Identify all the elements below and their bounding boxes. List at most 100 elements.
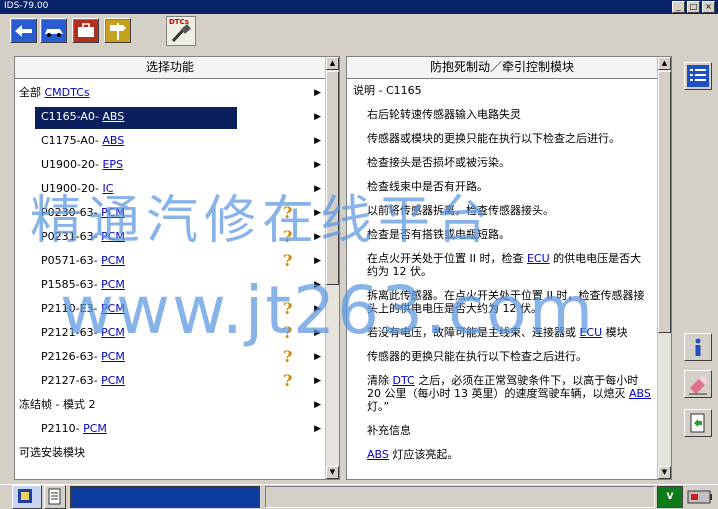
function-list-item[interactable]: 可选安装模块 [15, 442, 325, 464]
function-item-label: 全部 CMDTCs [19, 82, 90, 104]
description-text: 传感器的更换只能在执行以下检查之后进行。 [367, 350, 587, 363]
scroll-thumb[interactable] [326, 71, 339, 285]
expand-arrow-icon[interactable]: ▶ [314, 322, 321, 344]
help-icon[interactable]: ? [283, 300, 292, 318]
expand-arrow-icon[interactable]: ▶ [314, 130, 321, 152]
function-list-item[interactable]: P2110-E3- PCM? ▶ [15, 298, 325, 320]
detail-scroll-up-arrow[interactable]: ▲ [658, 57, 671, 70]
close-button[interactable]: × [702, 1, 715, 13]
function-list-item[interactable]: P0571-63- PCM? ▶ [15, 250, 325, 272]
module-link[interactable]: PCM [101, 326, 125, 339]
glossary-link[interactable]: ECU [527, 252, 550, 265]
glossary-link[interactable]: ABS [629, 387, 651, 400]
dtc-detail-header: 防抱死制动／牵引控制模块 [347, 57, 657, 79]
scroll-up-arrow[interactable]: ▲ [326, 57, 339, 70]
description-paragraph: 传感器或模块的更换只能在执行以下检查之后进行。 [353, 132, 651, 145]
module-link[interactable]: PCM [83, 422, 107, 435]
function-list-item[interactable]: P0230-63- PCM? ▶ [15, 202, 325, 224]
detail-scroll-thumb[interactable] [658, 71, 671, 333]
help-icon[interactable]: ? [283, 324, 292, 342]
expand-arrow-icon[interactable]: ▶ [314, 154, 321, 176]
expand-arrow-icon[interactable]: ▶ [314, 82, 321, 104]
expand-arrow-icon[interactable]: ▶ [314, 178, 321, 200]
description-paragraph: 右后轮转速传感器输入电路失灵 [353, 108, 651, 121]
function-list-item[interactable]: P0231-63- PCM? ▶ [15, 226, 325, 248]
vehicle-button[interactable] [40, 18, 67, 43]
expand-arrow-icon[interactable]: ▶ [314, 346, 321, 368]
title-bar: IDS-79.00 _ □ × [0, 0, 718, 14]
function-list-item[interactable]: P2126-63- PCM? ▶ [15, 346, 325, 368]
print-button[interactable] [684, 409, 712, 437]
scroll-down-arrow[interactable]: ▼ [326, 466, 339, 479]
module-link[interactable]: ABS [102, 134, 124, 147]
module-link[interactable]: CMDTCs [45, 86, 90, 99]
function-list-item[interactable]: 全部 CMDTCs ▶ [15, 82, 325, 104]
detail-scroll-down-arrow[interactable]: ▼ [658, 466, 671, 479]
main-toolbar: DTCs [0, 14, 718, 48]
description-text: 模块 [602, 326, 628, 339]
expand-arrow-icon[interactable]: ▶ [314, 394, 321, 416]
expand-arrow-icon[interactable]: ▶ [314, 202, 321, 224]
module-link[interactable]: PCM [101, 278, 125, 291]
function-item-label: P1585-63- PCM [41, 274, 125, 296]
description-paragraph: 传感器的更换只能在执行以下检查之后进行。 [353, 350, 651, 363]
list-view-button[interactable] [684, 62, 712, 90]
module-link[interactable]: PCM [101, 374, 125, 387]
module-link[interactable]: PCM [101, 254, 125, 267]
function-list-item[interactable]: C1175-A0- ABS ▶ [15, 130, 325, 152]
signpost-button[interactable] [104, 18, 131, 43]
detail-scrollbar[interactable]: ▲ ▼ [657, 57, 671, 479]
help-icon[interactable]: ? [283, 204, 292, 222]
document-button[interactable] [44, 485, 66, 509]
function-list-item[interactable]: C1165-A0- ABS ▶ [15, 106, 325, 129]
toolbox-button[interactable] [72, 18, 99, 43]
function-list-item[interactable]: U1900-20- IC ▶ [15, 178, 325, 200]
function-list-scrollbar[interactable]: ▲ ▼ [325, 57, 339, 479]
glossary-link[interactable]: DTC [393, 374, 415, 387]
glossary-link[interactable]: ECU [580, 326, 603, 339]
function-item-label: C1175-A0- ABS [41, 130, 124, 152]
module-link[interactable]: IC [102, 182, 113, 195]
function-item-label: U1900-20- EPS [41, 154, 123, 176]
expand-arrow-icon[interactable]: ▶ [314, 418, 321, 440]
maximize-button[interactable]: □ [687, 1, 700, 13]
help-icon[interactable]: ? [283, 372, 292, 390]
info-button[interactable] [684, 333, 712, 361]
help-icon[interactable]: ? [283, 348, 292, 366]
erase-codes-button[interactable] [684, 370, 712, 398]
dtc-tab[interactable]: DTCs [166, 16, 196, 46]
function-item-label: P0571-63- PCM [41, 250, 125, 272]
description-text: 灯。” [367, 400, 390, 413]
function-list-item[interactable]: P1585-63- PCM ▶ [15, 274, 325, 296]
expand-arrow-icon[interactable]: ▶ [314, 226, 321, 248]
expand-arrow-icon[interactable]: ▶ [314, 370, 321, 392]
back-button[interactable] [10, 18, 37, 43]
module-link[interactable]: EPS [102, 158, 123, 171]
eraser-icon [689, 375, 708, 395]
vehicle-info-button[interactable] [12, 485, 42, 509]
function-list-item[interactable]: P2110- PCM ▶ [15, 418, 325, 440]
minimize-button[interactable]: _ [672, 1, 685, 13]
help-icon[interactable]: ? [283, 252, 292, 270]
help-icon[interactable]: ? [283, 228, 292, 246]
module-link[interactable]: PCM [101, 302, 125, 315]
module-link[interactable]: PCM [101, 230, 125, 243]
module-link[interactable]: PCM [101, 350, 125, 363]
glossary-link[interactable]: ABS [367, 448, 389, 461]
function-item-code: P2121-63- [41, 326, 102, 339]
expand-arrow-icon[interactable]: ▶ [314, 298, 321, 320]
expand-arrow-icon[interactable]: ▶ [314, 274, 321, 296]
function-item-code: P0571-63- [41, 254, 102, 267]
vehicle-info-icon [18, 489, 32, 503]
function-item-label: P2110- PCM [41, 418, 107, 440]
function-item-label: P2126-63- PCM [41, 346, 125, 368]
function-list-item[interactable]: 冻结帧 - 模式 2 ▶ [15, 394, 325, 416]
function-list-item[interactable]: U1900-20- EPS ▶ [15, 154, 325, 176]
expand-arrow-icon[interactable]: ▶ [314, 250, 321, 272]
expand-arrow-icon[interactable]: ▶ [314, 106, 321, 128]
function-list-item[interactable]: P2121-63- PCM? ▶ [15, 322, 325, 344]
function-list-item[interactable]: P2127-63- PCM? ▶ [15, 370, 325, 392]
module-link[interactable]: ABS [102, 110, 124, 123]
description-text: 传感器或模块的更换只能在执行以下检查之后进行。 [367, 132, 620, 145]
module-link[interactable]: PCM [101, 206, 125, 219]
